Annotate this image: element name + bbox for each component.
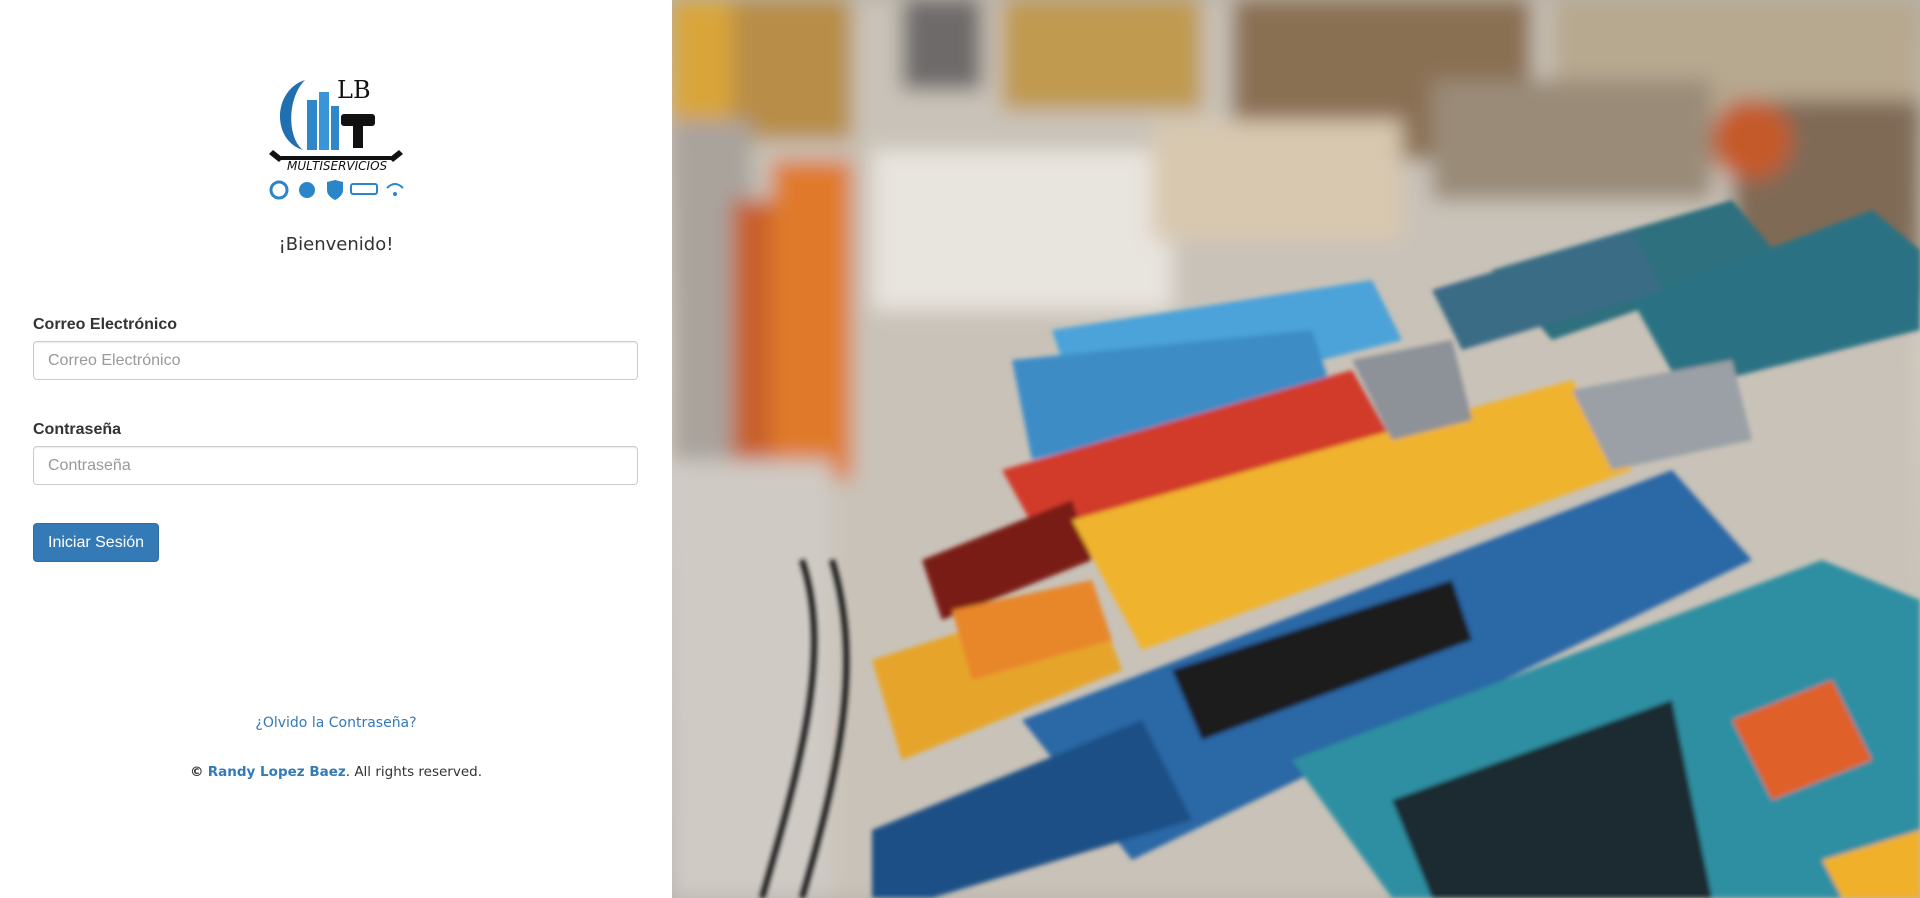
email-field[interactable] (33, 341, 638, 380)
author-link[interactable]: Randy Lopez Baez (208, 764, 346, 780)
forgot-password-link[interactable]: ¿Olvido la Contraseña? (0, 715, 672, 731)
email-group: Correo Electrónico (33, 315, 638, 380)
brand-logo-graphic: LB MULTISERVICIOS (269, 76, 404, 200)
brand-logo: LB MULTISERVICIOS (265, 70, 407, 202)
welcome-heading: ¡Bienvenido! (278, 234, 394, 255)
password-group: Contraseña (33, 420, 638, 485)
login-panel: LB MULTISERVICIOS ¡Bienvenido! Correo El… (0, 0, 672, 898)
password-label: Contraseña (33, 421, 122, 438)
login-button[interactable]: Iniciar Sesión (33, 523, 160, 562)
hero-image (672, 0, 1920, 898)
password-field[interactable] (33, 446, 638, 485)
footer: © Randy Lopez Baez. All rights reserved. (0, 764, 672, 780)
rights-text: . All rights reserved. (345, 764, 482, 780)
power-tools-photo (672, 0, 1920, 898)
email-label: Correo Electrónico (33, 316, 178, 333)
svg-text:MULTISERVICIOS: MULTISERVICIOS (287, 159, 388, 173)
copyright-symbol: © (189, 764, 204, 780)
svg-text:LB: LB (337, 76, 371, 104)
login-page: LB MULTISERVICIOS ¡Bienvenido! Correo El… (0, 0, 1920, 898)
login-form: Correo Electrónico Contraseña Iniciar Se… (33, 312, 638, 562)
